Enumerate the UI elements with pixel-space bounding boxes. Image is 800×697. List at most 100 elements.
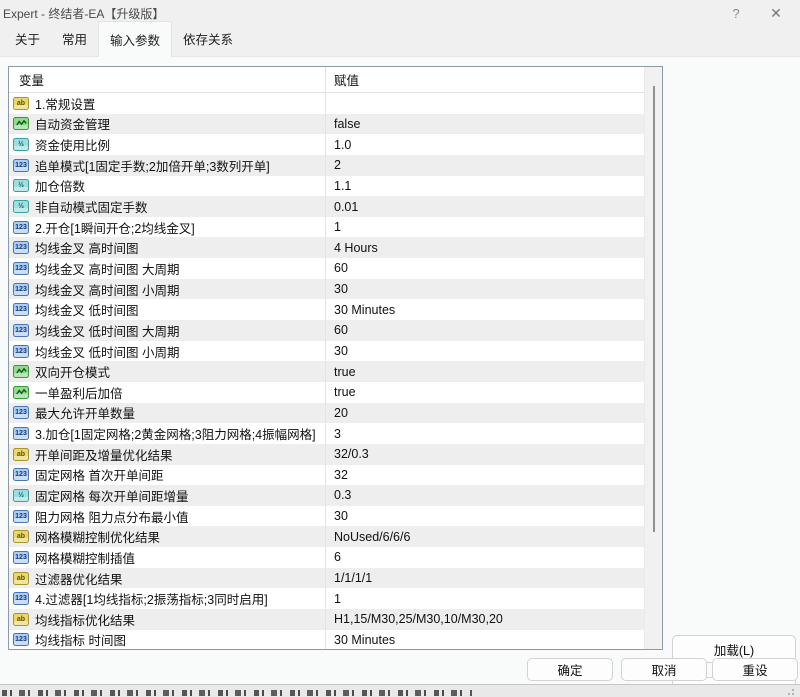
int-type-icon: 123 <box>13 510 29 523</box>
table-row[interactable]: ½ 非自动模式固定手数 0.01 <box>9 196 644 217</box>
param-name: 3.加仓[1固定网格;2黄金网格;3阻力网格;4振幅网格] <box>35 424 316 443</box>
int-type-icon: 123 <box>13 303 29 316</box>
table-row[interactable]: ab 开单间距及增量优化结果 32/0.3 <box>9 444 644 465</box>
help-button[interactable]: ? <box>716 1 756 25</box>
tab-common[interactable]: 常用 <box>51 22 98 56</box>
tab-inputs[interactable]: 输入参数 <box>98 21 172 57</box>
table-row[interactable]: 123 均线金叉 低时间图 小周期 30 <box>9 341 644 362</box>
table-row[interactable]: 123 最大允许开单数量 20 <box>9 403 644 424</box>
table-row[interactable]: 123 均线金叉 高时间图 小周期 30 <box>9 279 644 300</box>
param-value[interactable] <box>326 93 644 114</box>
param-value[interactable]: 30 Minutes <box>326 299 644 320</box>
param-name: 均线指标 时间图 <box>35 630 126 649</box>
int-type-icon: 123 <box>13 592 29 605</box>
string-type-icon: ab <box>13 448 29 461</box>
reset-button[interactable]: 重设 <box>712 658 798 681</box>
table-header: 变量 赋值 <box>9 67 662 93</box>
int-type-icon: 123 <box>13 283 29 296</box>
param-value[interactable]: false <box>326 114 644 135</box>
param-value[interactable]: true <box>326 361 644 382</box>
table-row[interactable]: 123 阻力网格 阻力点分布最小值 30 <box>9 506 644 527</box>
int-type-icon: 123 <box>13 324 29 337</box>
param-name: 过滤器优化结果 <box>35 569 123 588</box>
table-row[interactable]: ab 过滤器优化结果 1/1/1/1 <box>9 568 644 589</box>
table-row[interactable]: 123 均线金叉 低时间图 大周期 60 <box>9 320 644 341</box>
param-name: 固定网格 首次开单间距 <box>35 465 163 484</box>
param-value[interactable]: 0.3 <box>326 485 644 506</box>
table-row[interactable]: 123 4.过滤器[1均线指标;2振荡指标;3同时启用] 1 <box>9 588 644 609</box>
param-name: 追单模式[1固定手数;2加倍开单;3数列开单] <box>35 156 270 175</box>
param-value[interactable]: 1.0 <box>326 134 644 155</box>
param-value[interactable]: 30 <box>326 341 644 362</box>
param-value[interactable]: true <box>326 382 644 403</box>
bool-type-icon <box>13 365 29 378</box>
table-row[interactable]: ab 网格模糊控制优化结果 NoUsed/6/6/6 <box>9 526 644 547</box>
table-row[interactable]: 123 均线金叉 高时间图 4 Hours <box>9 237 644 258</box>
cancel-button[interactable]: 取消 <box>621 658 707 681</box>
param-value[interactable]: 3 <box>326 423 644 444</box>
param-rows: ab 1.常规设置 自动资金管理 false ½ 资金使用比例 1.0 123 … <box>9 93 644 649</box>
param-value[interactable]: 32 <box>326 465 644 486</box>
param-value[interactable]: 60 <box>326 258 644 279</box>
table-row[interactable]: ab 1.常规设置 <box>9 93 644 114</box>
int-type-icon: 123 <box>13 241 29 254</box>
table-row[interactable]: ½ 加仓倍数 1.1 <box>9 176 644 197</box>
bool-type-icon <box>13 386 29 399</box>
table-row[interactable]: ½ 资金使用比例 1.0 <box>9 134 644 155</box>
string-type-icon: ab <box>13 613 29 626</box>
table-row[interactable]: 123 2.开仓[1瞬间开仓;2均线金叉] 1 <box>9 217 644 238</box>
param-value[interactable]: 1/1/1/1 <box>326 568 644 589</box>
table-row[interactable]: 双向开仓模式 true <box>9 361 644 382</box>
int-type-icon: 123 <box>13 345 29 358</box>
background-window-sliver <box>0 684 800 697</box>
table-row[interactable]: ab 均线指标优化结果 H1,15/M30,25/M30,10/M30,20 <box>9 609 644 630</box>
param-value[interactable]: 6 <box>326 547 644 568</box>
param-value[interactable]: 0.01 <box>326 196 644 217</box>
param-name: 双向开仓模式 <box>35 362 110 381</box>
table-row[interactable]: 123 网格模糊控制插值 6 <box>9 547 644 568</box>
close-icon[interactable]: ✕ <box>756 1 796 25</box>
param-value[interactable]: 1 <box>326 588 644 609</box>
param-value[interactable]: 30 <box>326 279 644 300</box>
double-type-icon: ½ <box>13 179 29 192</box>
param-value[interactable]: 60 <box>326 320 644 341</box>
tab-dependencies[interactable]: 依存关系 <box>172 22 244 56</box>
param-name: 自动资金管理 <box>35 114 110 133</box>
string-type-icon: ab <box>13 97 29 110</box>
table-row[interactable]: ½ 固定网格 每次开单间距增量 0.3 <box>9 485 644 506</box>
param-value[interactable]: 2 <box>326 155 644 176</box>
table-row[interactable]: 123 3.加仓[1固定网格;2黄金网格;3阻力网格;4振幅网格] 3 <box>9 423 644 444</box>
param-value[interactable]: 30 Minutes <box>326 630 644 649</box>
table-row[interactable]: 123 均线指标 时间图 30 Minutes <box>9 630 644 649</box>
resize-grip-icon <box>786 687 794 695</box>
param-name: 网格模糊控制优化结果 <box>35 527 160 546</box>
double-type-icon: ½ <box>13 138 29 151</box>
param-value[interactable]: 20 <box>326 403 644 424</box>
scrollbar-thumb[interactable] <box>653 86 655 532</box>
table-row[interactable]: 123 均线金叉 低时间图 30 Minutes <box>9 299 644 320</box>
param-value[interactable]: 1 <box>326 217 644 238</box>
param-name: 非自动模式固定手数 <box>35 197 148 216</box>
vertical-scrollbar[interactable] <box>644 67 662 649</box>
param-name: 2.开仓[1瞬间开仓;2均线金叉] <box>35 218 195 237</box>
tab-strip: 关于 常用 输入参数 依存关系 <box>0 26 800 56</box>
int-type-icon: 123 <box>13 427 29 440</box>
table-row[interactable]: 123 固定网格 首次开单间距 32 <box>9 465 644 486</box>
param-name: 固定网格 每次开单间距增量 <box>35 486 188 505</box>
param-value[interactable]: 4 Hours <box>326 237 644 258</box>
param-value[interactable]: 1.1 <box>326 176 644 197</box>
param-value[interactable]: 30 <box>326 506 644 527</box>
param-value[interactable]: 32/0.3 <box>326 444 644 465</box>
param-name: 最大允许开单数量 <box>35 403 135 422</box>
param-name: 均线金叉 低时间图 <box>35 300 138 319</box>
ok-button[interactable]: 确定 <box>527 658 613 681</box>
param-value[interactable]: H1,15/M30,25/M30,10/M30,20 <box>326 609 644 630</box>
table-row[interactable]: 123 均线金叉 高时间图 大周期 60 <box>9 258 644 279</box>
param-value[interactable]: NoUsed/6/6/6 <box>326 526 644 547</box>
table-row[interactable]: 一单盈利后加倍 true <box>9 382 644 403</box>
table-row[interactable]: 123 追单模式[1固定手数;2加倍开单;3数列开单] 2 <box>9 155 644 176</box>
table-row[interactable]: 自动资金管理 false <box>9 114 644 135</box>
tab-about[interactable]: 关于 <box>4 22 51 56</box>
param-name: 均线指标优化结果 <box>35 610 135 629</box>
string-type-icon: ab <box>13 530 29 543</box>
